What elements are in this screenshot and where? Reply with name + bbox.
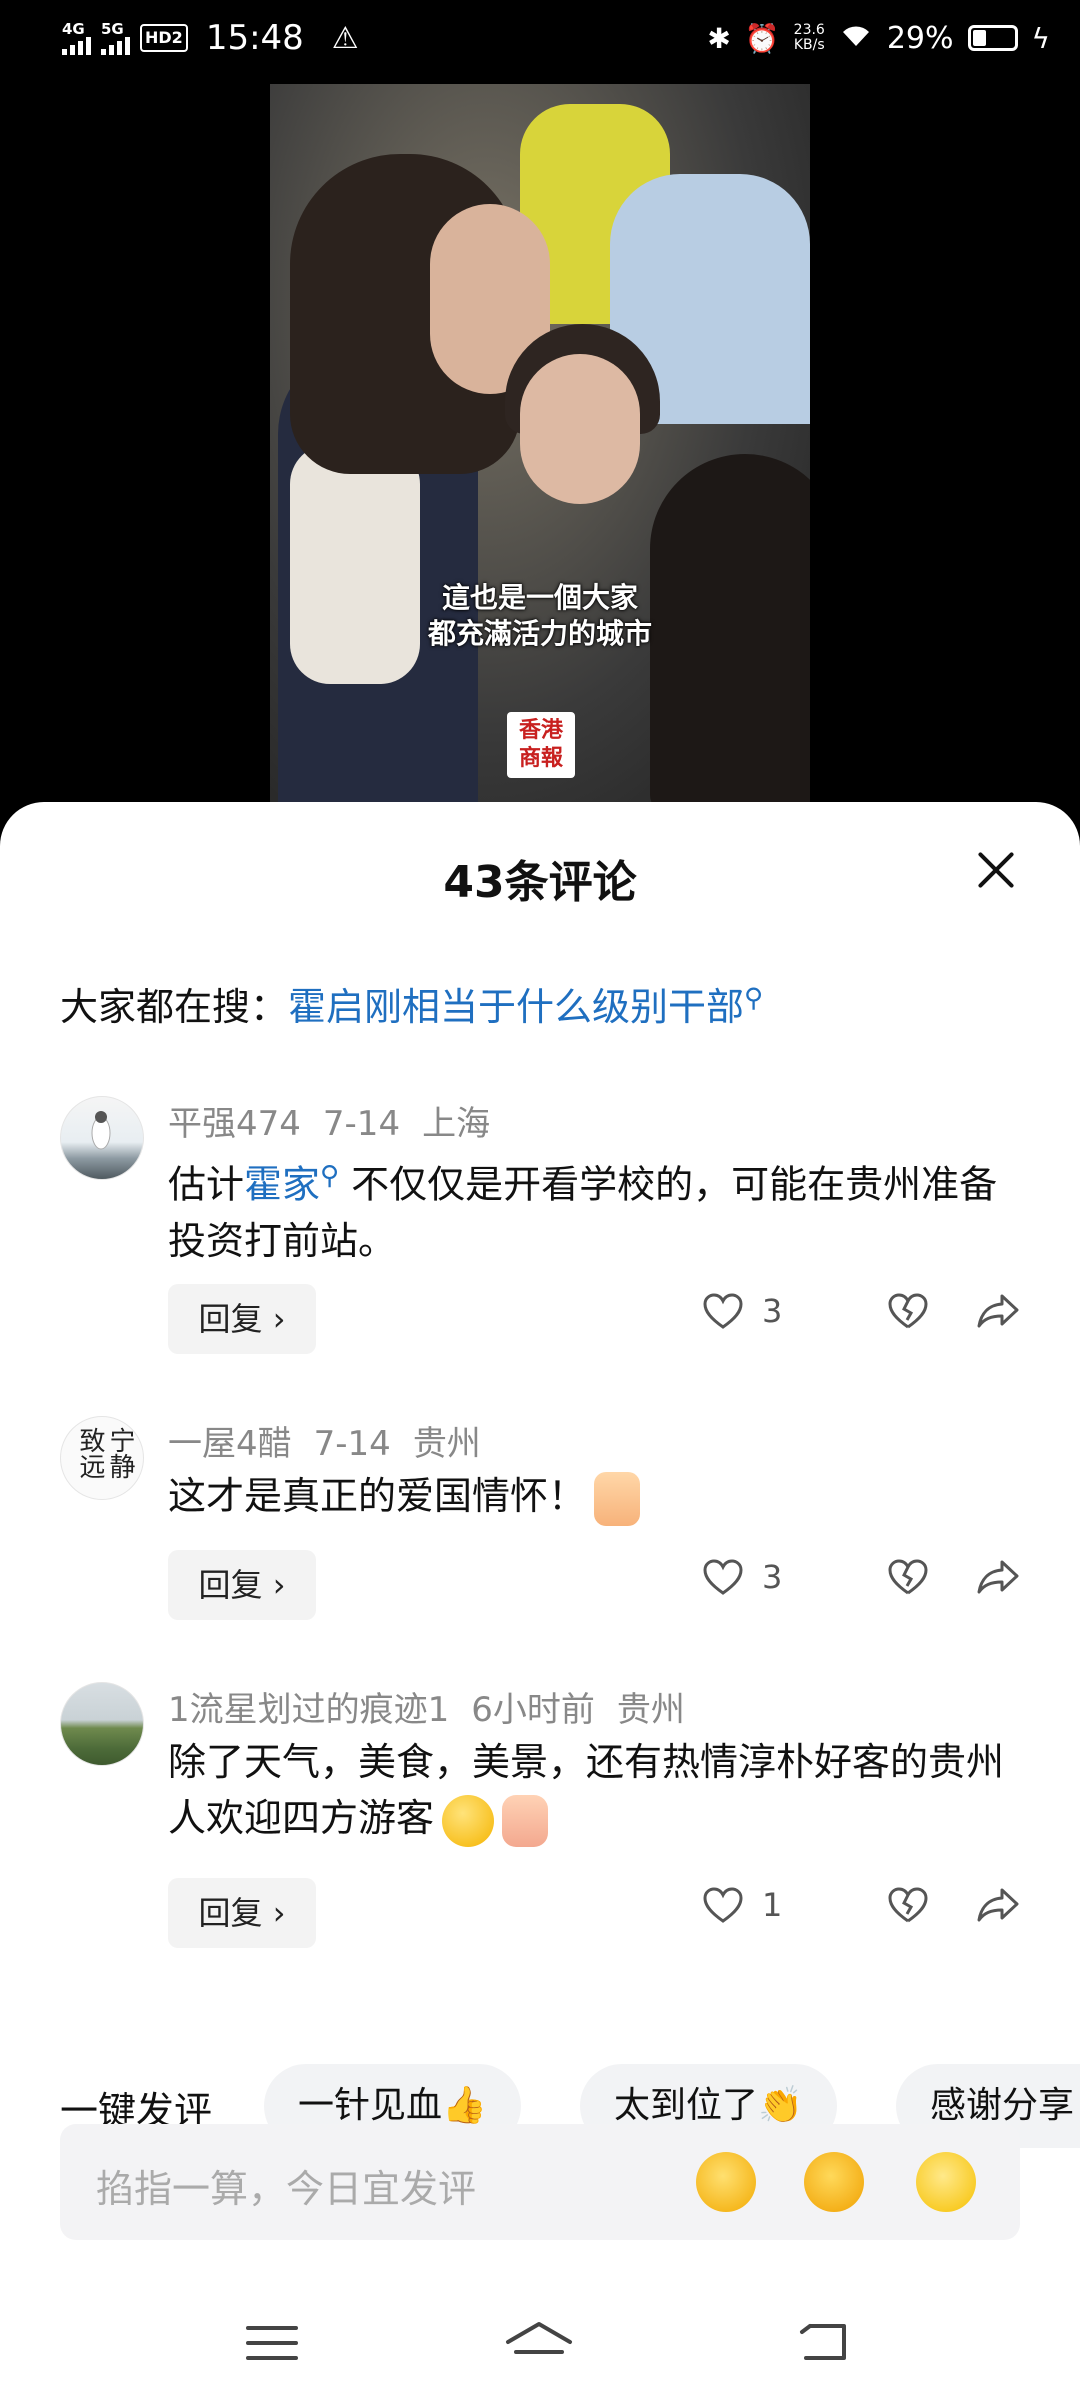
heart-icon xyxy=(703,1293,743,1329)
comment-actions: 3 xyxy=(702,1558,1020,1596)
video-player[interactable]: 這也是一個大家 都充滿活力的城市 香港 商報 xyxy=(270,84,810,804)
comment-username[interactable]: 1流星划过的痕迹1 xyxy=(168,1690,449,1730)
comment-location: 贵州 xyxy=(616,1690,685,1730)
battery-percent: 29% xyxy=(886,20,954,56)
thumbs-up-emoji-icon xyxy=(594,1471,641,1526)
system-nav-bar xyxy=(0,2290,1080,2400)
like-count: 3 xyxy=(762,1558,783,1596)
broken-heart-icon xyxy=(888,1559,928,1595)
watermark-logo: 香港 商報 xyxy=(507,712,575,778)
comment-username[interactable]: 一屋4醋 xyxy=(168,1424,292,1464)
reply-button[interactable]: 回复 › xyxy=(168,1878,316,1948)
heart-icon xyxy=(703,1887,743,1923)
comment-text: 这才是真正的爱国情怀！ xyxy=(168,1468,1028,1526)
comment-count-title: 43条评论 xyxy=(443,857,637,908)
comment-meta: 平强474 7-14 上海 xyxy=(168,1096,512,1145)
party-emoji-icon[interactable] xyxy=(804,2152,864,2212)
video-scene xyxy=(520,354,640,504)
like-button[interactable]: 3 xyxy=(702,1292,852,1330)
trending-search: 大家都在搜：霍启刚相当于什么级别干部⚲ xyxy=(60,976,763,1031)
alarm-icon: ⏰ xyxy=(744,21,780,55)
share-button[interactable] xyxy=(964,1292,1020,1330)
reply-button[interactable]: 回复 › xyxy=(168,1284,316,1354)
home-icon[interactable] xyxy=(504,2318,572,2368)
comment-sheet: 43条评论 大家都在搜：霍启刚相当于什么级别干部⚲ 平强474 7-14 上海 估计… xyxy=(0,802,1080,2400)
avatar[interactable] xyxy=(60,1096,144,1180)
comment-date: 6小时前 xyxy=(471,1690,595,1730)
like-count: 3 xyxy=(762,1292,783,1330)
hd-voice-icon: HD2 xyxy=(140,24,188,52)
clock: 15:48 xyxy=(205,18,304,58)
signal-4g-icon: 4G xyxy=(62,21,91,55)
menu-icon[interactable] xyxy=(244,2318,300,2368)
comment-text-part: 除了天气，美食，美景，还有热情淳朴好客的贵州人欢迎四方游客 xyxy=(168,1740,1005,1840)
comment-meta: 1流星划过的痕迹1 6小时前 贵州 xyxy=(168,1682,707,1731)
share-icon xyxy=(977,1888,1019,1922)
comment-text: 估计霍家⚲ 不仅仅是开看学校的，可能在贵州准备投资打前站。 xyxy=(168,1148,1028,1269)
network-speed: 23.6 KB/s xyxy=(793,22,825,53)
close-icon[interactable] xyxy=(976,850,1016,890)
like-button[interactable]: 1 xyxy=(702,1886,852,1924)
comment-text-part: 估计 xyxy=(168,1162,245,1207)
video-subtitle: 這也是一個大家 xyxy=(441,581,638,614)
keyword-link[interactable]: 霍家 xyxy=(244,1163,320,1207)
avatar-calligraphy: 宁静致远 xyxy=(75,1427,135,1479)
avatar[interactable]: 宁静致远 xyxy=(60,1416,144,1500)
dislike-button[interactable] xyxy=(852,1558,964,1596)
search-icon[interactable]: ⚲ xyxy=(744,983,763,1013)
share-button[interactable] xyxy=(964,1886,1020,1924)
back-icon[interactable] xyxy=(796,2318,852,2368)
comment-text-part: 这才是真正的爱国情怀！ xyxy=(168,1474,587,1518)
comment-username[interactable]: 平强474 xyxy=(168,1104,301,1144)
charging-icon: ϟ xyxy=(1031,21,1050,55)
search-icon[interactable]: ⚲ xyxy=(320,1161,339,1191)
broken-heart-icon xyxy=(888,1293,928,1329)
grinning-emoji-icon[interactable] xyxy=(916,2152,976,2212)
comment-input[interactable]: 掐指一算，今日宜发评 xyxy=(60,2124,1020,2240)
bluetooth-icon: ✱ xyxy=(707,21,731,55)
trending-search-link[interactable]: 霍启刚相当于什么级别干部 xyxy=(288,985,744,1029)
comment-actions: 1 xyxy=(702,1886,1020,1924)
share-icon xyxy=(977,1560,1019,1594)
trending-search-label: 大家都在搜： xyxy=(60,985,289,1029)
broken-heart-icon xyxy=(888,1887,928,1923)
like-count: 1 xyxy=(762,1886,783,1924)
wifi-icon xyxy=(839,20,873,56)
battery-icon xyxy=(967,25,1018,51)
dislike-button[interactable] xyxy=(852,1292,964,1330)
avatar[interactable] xyxy=(60,1682,144,1766)
comment-location: 上海 xyxy=(422,1104,491,1144)
comment-date: 7-14 xyxy=(313,1424,391,1464)
crying-laughing-emoji-icon[interactable] xyxy=(696,2152,756,2212)
heart-icon xyxy=(703,1559,743,1595)
warning-icon: ⚠ xyxy=(331,20,359,56)
reply-button[interactable]: 回复 › xyxy=(168,1550,316,1620)
comment-meta: 一屋4醋 7-14 贵州 xyxy=(168,1416,503,1465)
praying-hands-emoji-icon xyxy=(502,1794,549,1847)
status-bar: 4G 5G HD2 15:48 ⚠ ✱ ⏰ 23.6 KB/s 29% ϟ xyxy=(0,0,1080,80)
like-button[interactable]: 3 xyxy=(702,1558,852,1596)
comment-location: 贵州 xyxy=(412,1424,481,1464)
comment-date: 7-14 xyxy=(322,1104,401,1144)
comment-actions: 3 xyxy=(702,1292,1020,1330)
signal-5g-icon: 5G xyxy=(101,21,130,55)
laughing-emoji-icon xyxy=(442,1794,495,1847)
share-button[interactable] xyxy=(964,1558,1020,1596)
comment-input-placeholder: 掐指一算，今日宜发评 xyxy=(96,2167,477,2211)
dislike-button[interactable] xyxy=(852,1886,964,1924)
video-subtitle: 都充滿活力的城市 xyxy=(427,617,652,650)
comment-text: 除了天气，美食，美景，还有热情淳朴好客的贵州人欢迎四方游客 xyxy=(168,1734,1028,1847)
share-icon xyxy=(977,1294,1019,1328)
